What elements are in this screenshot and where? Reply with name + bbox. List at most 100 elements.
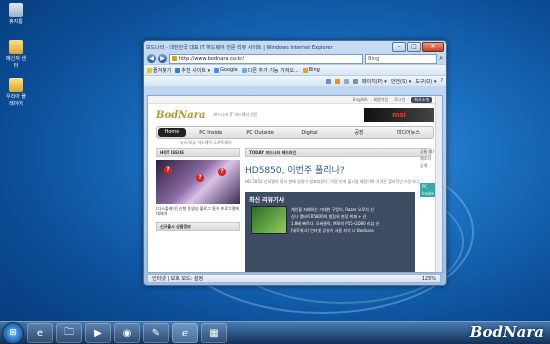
topline-link[interactable]: 로그인 bbox=[394, 97, 405, 103]
feeds-icon[interactable] bbox=[335, 78, 340, 84]
print-icon[interactable] bbox=[353, 78, 358, 84]
hot-issue-box: HOT ISSUE ? ? ? [디스플레이] 신형 동영상 블로그 필수 프로… bbox=[156, 148, 240, 231]
status-text: 인터넷 | 보호 모드: 설정 bbox=[152, 276, 204, 282]
home-icon[interactable] bbox=[326, 78, 331, 84]
question-mark-icon: ? bbox=[196, 174, 204, 182]
desktop-icon-recycle-bin[interactable]: 휴지통 bbox=[4, 3, 28, 25]
desktop-icon-player[interactable]: 우리아 플레이어 bbox=[4, 78, 28, 107]
page-menu[interactable]: 페이지(P) ▾ bbox=[362, 78, 387, 85]
back-button[interactable]: ◀ bbox=[147, 54, 156, 63]
today-summary: HD 5850 신모델의 정식 판매 일정이 발표되었다. 이달 안에 출시될 … bbox=[245, 179, 421, 184]
address-toolbar: ◀ ▶ http://www.bodnara.co.kr/ Bing ⌕ bbox=[144, 53, 446, 64]
google-label: Google bbox=[220, 67, 238, 73]
start-button[interactable]: ⊞ bbox=[2, 322, 24, 344]
taskbar-media-icon[interactable]: ▶ bbox=[85, 323, 111, 343]
favorites-label: 즐겨찾기 bbox=[153, 67, 172, 74]
page-icon bbox=[241, 67, 247, 73]
latest-reviews-header: 최신 리뷰기사 bbox=[249, 197, 285, 204]
addons-label: 다른 추가 기능 가져오... bbox=[247, 67, 299, 74]
desktop-icon-label: 메신저 센터 bbox=[6, 56, 26, 69]
search-icon[interactable]: ⌕ bbox=[439, 54, 443, 63]
desktop-icon-label: 우리아 플레이어 bbox=[6, 94, 26, 107]
topline-link[interactable]: 회원가입 bbox=[373, 97, 388, 103]
taskbar-browser-icon[interactable]: ℯ bbox=[172, 323, 198, 343]
site-tagline: 보드나라 IT 하드웨어 전문 bbox=[213, 112, 258, 117]
site-logo[interactable]: BodNara bbox=[156, 110, 205, 121]
review-list: 개인을 지배하는 거대한 구렁이, Razer 오로치 신 신나 엘바트R580… bbox=[291, 206, 411, 234]
address-text: http://www.bodnara.co.kr/ bbox=[179, 55, 245, 62]
taskbar-explorer-icon[interactable]: 🗀 bbox=[56, 323, 82, 343]
review-item[interactable]: 1.8배 빠르다. 오버클럭, MSI의 P55-GD80 리뷰 신 bbox=[291, 220, 411, 227]
site-nav: Home PC Inside PC Outside Digital 공장 미디어… bbox=[156, 126, 434, 139]
today-header: TODAY 보드나라 헤드라인 bbox=[245, 148, 431, 157]
hot-issue-image[interactable]: ? ? ? bbox=[156, 160, 240, 204]
nav-home[interactable]: Home bbox=[158, 128, 186, 137]
taskbar-messenger-icon[interactable]: ◉ bbox=[114, 323, 140, 343]
command-bar: 페이지(P) ▾ 안전(S) ▾ 도구(O) ▾ ? bbox=[144, 75, 446, 86]
bing-label: Bing bbox=[308, 67, 320, 73]
taskbar-ie-icon[interactable]: e bbox=[27, 323, 53, 343]
folder-icon bbox=[9, 78, 23, 92]
bing-link[interactable]: Bing bbox=[302, 67, 320, 73]
today-headline[interactable]: HD5850, 이번주 풀리나? bbox=[245, 163, 431, 176]
question-mark-icon: ? bbox=[164, 166, 172, 174]
hot-issue-header: HOT ISSUE bbox=[156, 148, 240, 157]
desktop-icon-messenger[interactable]: 메신저 센터 bbox=[4, 40, 28, 69]
ad-banner[interactable]: msi bbox=[364, 108, 434, 122]
site-topline: English 회원가입 로그인 회사소개 bbox=[148, 96, 442, 104]
site-header: BodNara 보드나라 IT 하드웨어 전문 msi bbox=[148, 104, 442, 126]
favorites-bar: 즐겨찾기 추천 사이트 ▾ Google 다른 추가 기능 가져오... Bin… bbox=[144, 64, 446, 75]
latest-reviews-box: 최신 리뷰기사 개인을 지배하는 거대한 구렁이, Razer 오로치 신 신나… bbox=[245, 192, 415, 272]
google-link[interactable]: Google bbox=[214, 67, 238, 73]
addons-link[interactable]: 다른 추가 기능 가져오... bbox=[241, 67, 299, 74]
safety-menu[interactable]: 안전(S) ▾ bbox=[391, 78, 411, 85]
new-products-header: 신규출시 상품정보 bbox=[156, 222, 240, 231]
star-icon bbox=[147, 67, 152, 73]
suggested-sites-button[interactable]: 추천 사이트 ▾ bbox=[175, 67, 210, 74]
watermark-logo: BodNara bbox=[469, 323, 544, 341]
review-item[interactable]: 신나 엘바트R5800의 빌링의 현장 취재 + 신 bbox=[291, 213, 411, 220]
review-item[interactable]: 개인을 지배하는 거대한 구렁이, Razer 오로치 신 bbox=[291, 206, 411, 213]
site-subnav[interactable]: 뉴스/리뷰 하드웨어 소프트웨어 bbox=[156, 140, 434, 147]
nav-digital[interactable]: Digital bbox=[285, 130, 334, 136]
close-button[interactable]: ✕ bbox=[422, 42, 444, 52]
page-content: English 회원가입 로그인 회사소개 BodNara 보드나라 IT 하드… bbox=[147, 95, 443, 273]
help-menu[interactable]: ? bbox=[440, 78, 443, 84]
taskbar-notes-icon[interactable]: ✎ bbox=[143, 323, 169, 343]
taskbar: ⊞ e 🗀 ▶ ◉ ✎ ℯ ▦ bbox=[0, 321, 550, 344]
browser-window: 보드나라 - 대한민국 대표 IT 하드웨어 전문 리뷰 사이트 | Windo… bbox=[143, 40, 447, 286]
forward-button[interactable]: ▶ bbox=[158, 54, 167, 63]
tools-menu[interactable]: 도구(O) ▾ bbox=[415, 78, 436, 85]
review-item[interactable]: [네트워크] 인터넷 공유기 사용 지식 나 Bodnara bbox=[291, 227, 411, 234]
nav-pc-inside[interactable]: PC Inside bbox=[186, 130, 235, 136]
address-bar[interactable]: http://www.bodnara.co.kr/ bbox=[169, 53, 364, 64]
topline-link[interactable]: English bbox=[353, 97, 367, 102]
taskbar-app-icon[interactable]: ▦ bbox=[201, 323, 227, 343]
folder-icon bbox=[9, 40, 23, 54]
site-favicon-icon bbox=[172, 56, 177, 61]
question-mark-icon: ? bbox=[218, 168, 226, 176]
nav-factory[interactable]: 공장 bbox=[334, 129, 383, 136]
recycle-bin-icon bbox=[9, 3, 23, 17]
vertical-scrollbar[interactable] bbox=[435, 96, 442, 272]
topline-pill[interactable]: 회사소개 bbox=[411, 96, 432, 103]
google-icon bbox=[214, 67, 220, 73]
zoom-level[interactable]: 125% bbox=[422, 276, 436, 282]
today-box: TODAY 보드나라 헤드라인 HD5850, 이번주 풀리나? HD 5850… bbox=[245, 148, 431, 184]
favorites-button[interactable]: 즐겨찾기 bbox=[147, 67, 171, 74]
desktop-icon-label: 휴지통 bbox=[9, 19, 23, 25]
maximize-button[interactable]: □ bbox=[407, 42, 421, 52]
nav-pc-outside[interactable]: PC Outside bbox=[235, 130, 284, 136]
nav-media-news[interactable]: 미디어뉴스 bbox=[384, 129, 433, 136]
hot-issue-caption[interactable]: [디스플레이] 신형 동영상 블로그 필수 프로그램에 대하여 bbox=[156, 206, 240, 216]
review-thumbnail[interactable] bbox=[251, 206, 287, 234]
title-bar[interactable]: 보드나라 - 대한민국 대표 IT 하드웨어 전문 리뷰 사이트 | Windo… bbox=[144, 41, 446, 53]
suggested-sites-label: 추천 사이트 ▾ bbox=[181, 67, 211, 74]
bing-icon bbox=[302, 67, 308, 73]
search-box[interactable]: Bing bbox=[365, 53, 438, 64]
search-placeholder: Bing bbox=[368, 55, 380, 62]
minimize-button[interactable]: – bbox=[392, 42, 406, 52]
mail-icon[interactable] bbox=[344, 78, 349, 84]
ie-icon bbox=[175, 67, 181, 73]
status-bar: 인터넷 | 보호 모드: 설정 125% bbox=[147, 274, 441, 283]
